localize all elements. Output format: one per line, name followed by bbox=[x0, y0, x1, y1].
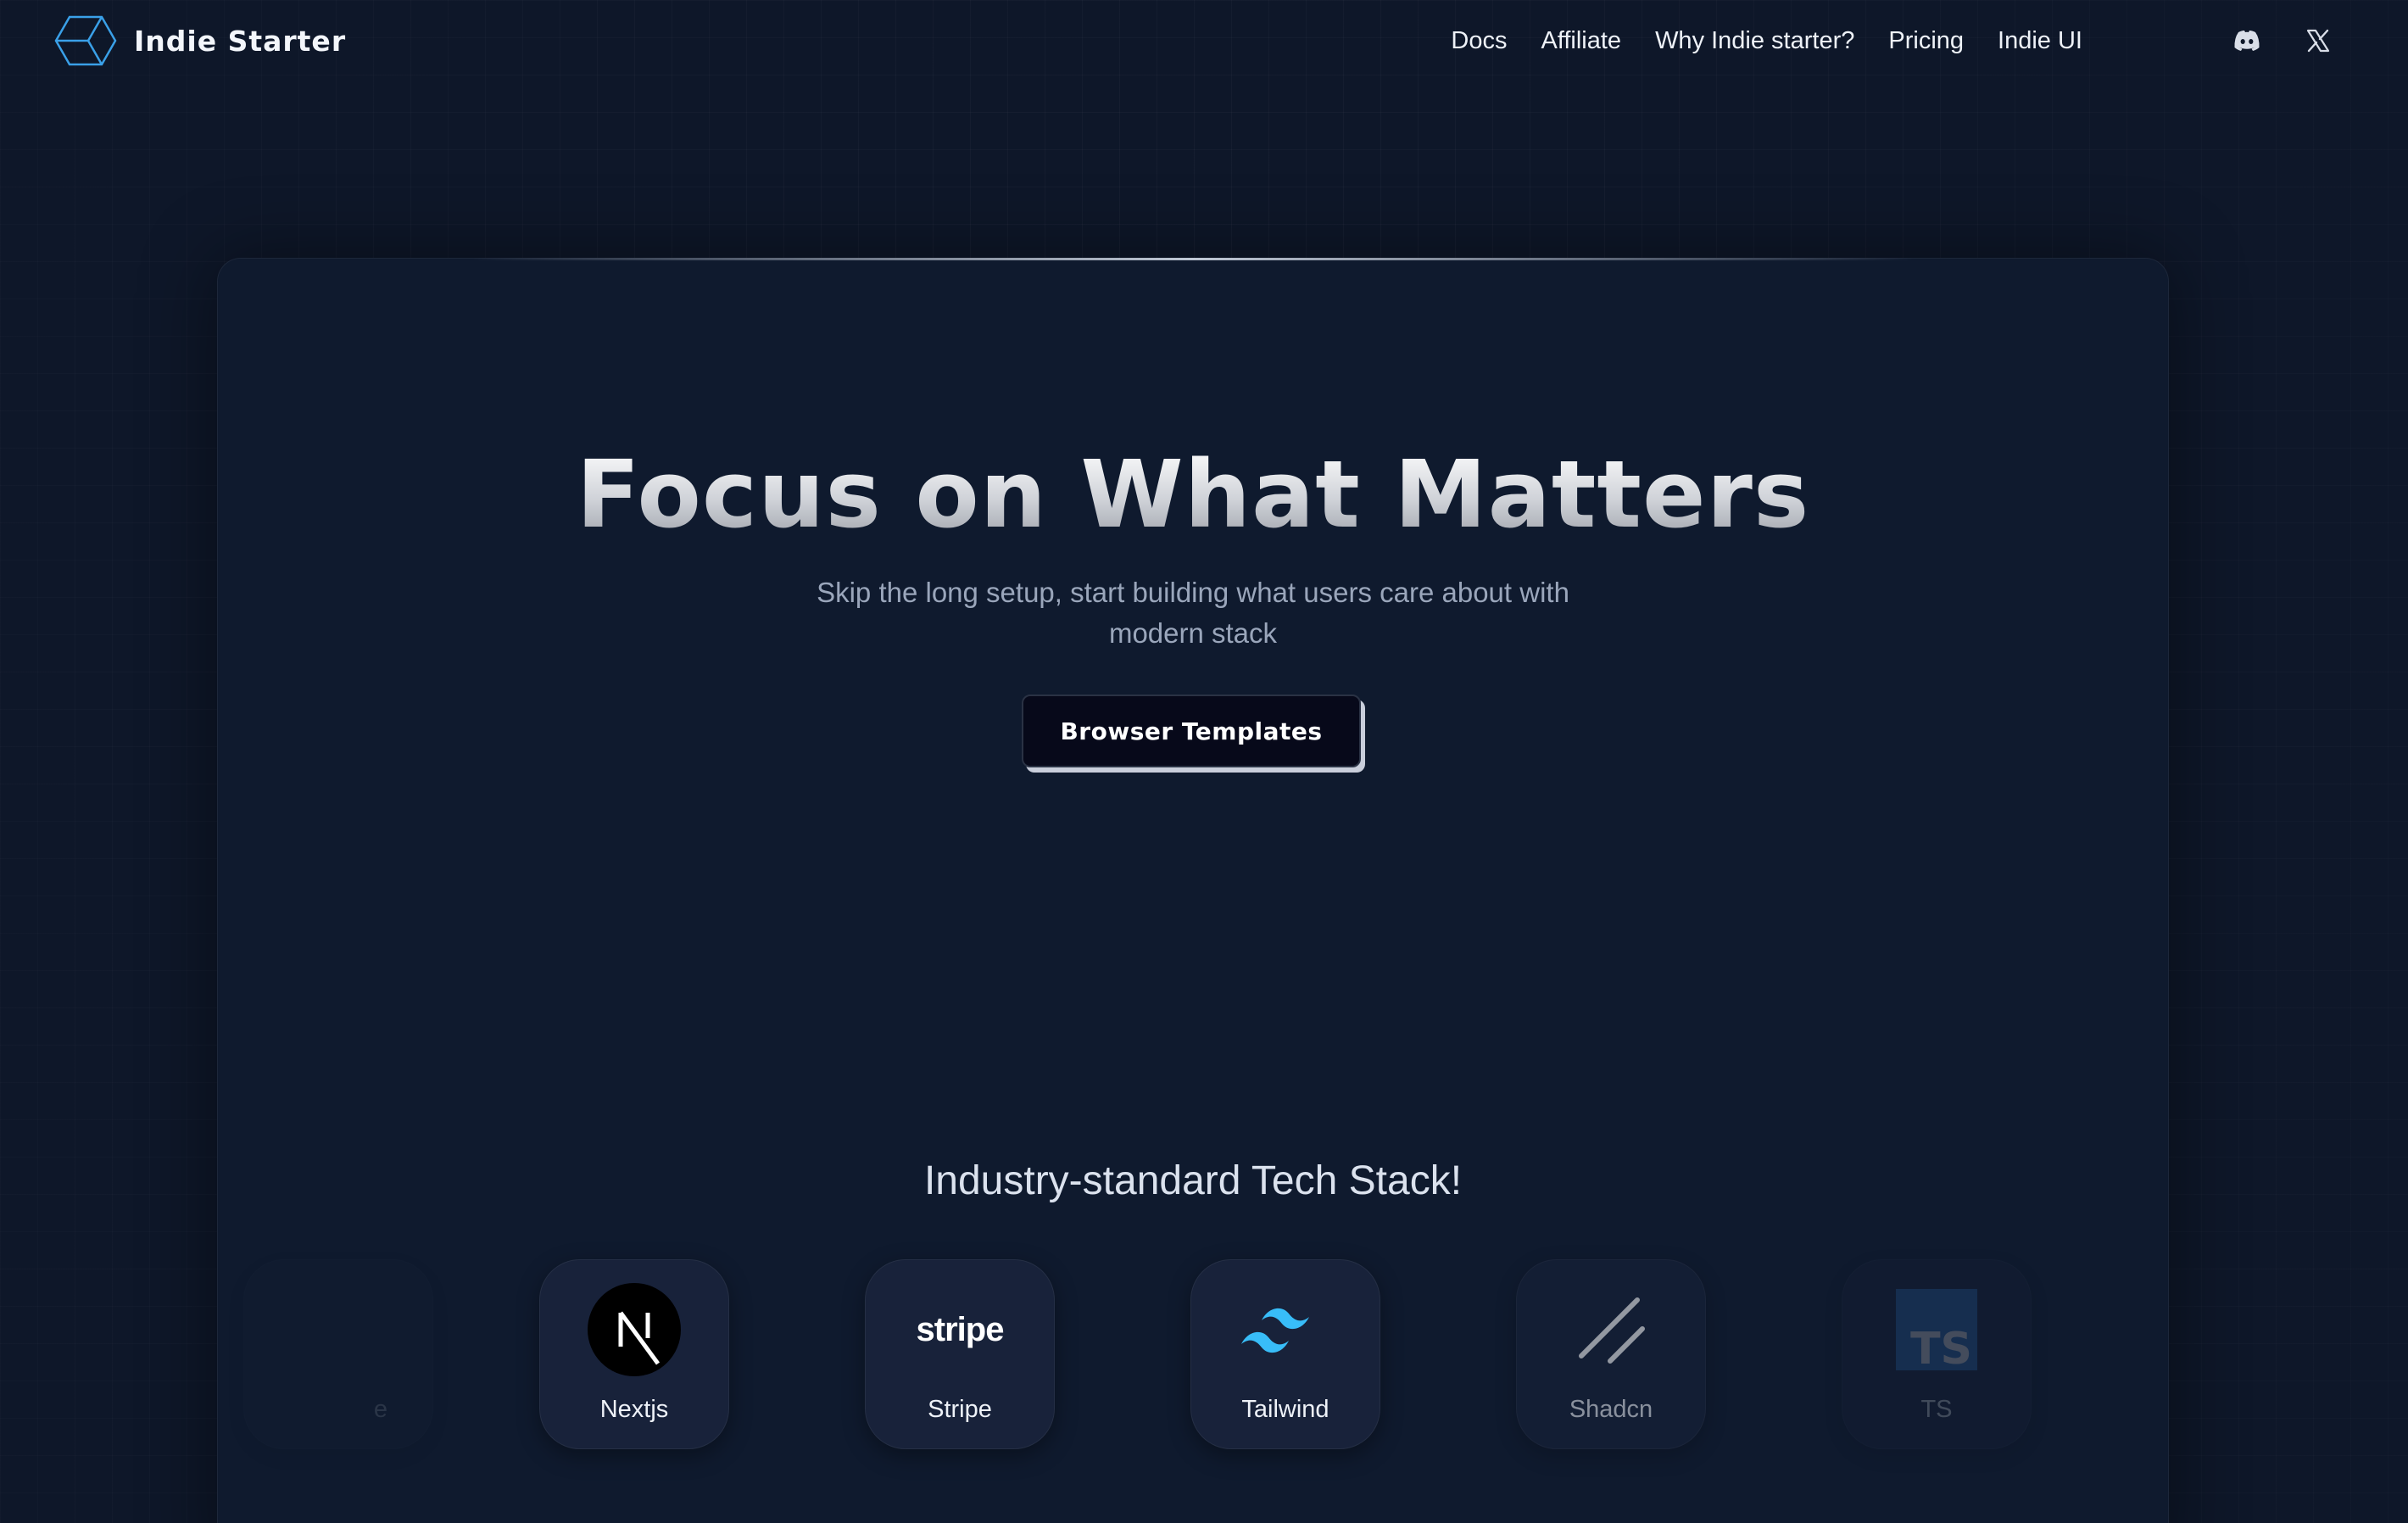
x-link[interactable] bbox=[2299, 22, 2337, 59]
tech-tile-stripe[interactable]: stripe Stripe bbox=[865, 1259, 1055, 1449]
tech-tile-label: TS bbox=[1920, 1396, 1953, 1423]
brand-name: Indie Starter bbox=[134, 24, 347, 58]
brand-link[interactable]: Indie Starter bbox=[54, 14, 346, 68]
top-nav: Indie Starter Docs Affiliate Why Indie s… bbox=[0, 0, 2408, 81]
tech-tile-label: Stripe bbox=[928, 1396, 992, 1423]
nav-link-why-indie-starter[interactable]: Why Indie starter? bbox=[1655, 27, 1854, 55]
tech-tile-nextjs[interactable]: Nextjs bbox=[539, 1259, 729, 1449]
tech-tile-label: Tailwind bbox=[1241, 1396, 1329, 1423]
tech-tile-shadcn[interactable]: Shadcn bbox=[1516, 1259, 1706, 1449]
discord-icon bbox=[2234, 31, 2260, 51]
hero-card: Focus on What Matters Skip the long setu… bbox=[217, 258, 2169, 1523]
nav-link-affiliate[interactable]: Affiliate bbox=[1541, 27, 1621, 55]
nav-link-indie-ui[interactable]: Indie UI bbox=[1998, 27, 2082, 55]
discord-link[interactable] bbox=[2228, 22, 2266, 59]
tech-tile-label: Nextjs bbox=[599, 1396, 669, 1423]
shadcn-icon bbox=[1564, 1282, 1658, 1377]
tech-tile-label: e bbox=[373, 1396, 388, 1423]
tech-stack-title: Industry-standard Tech Stack! bbox=[923, 1158, 1463, 1203]
nav-links: Docs Affiliate Why Indie starter? Pricin… bbox=[1451, 19, 2082, 63]
tech-stack-carousel: e Nextjs stripe Stripe Tailwind Shadcn T… bbox=[218, 1259, 2168, 1454]
landing-page: Indie Starter Docs Affiliate Why Indie s… bbox=[0, 0, 2408, 1523]
cube-logo-icon bbox=[54, 15, 117, 66]
social-icons bbox=[2228, 22, 2337, 59]
nextjs-icon bbox=[587, 1282, 682, 1377]
tailwind-icon bbox=[1238, 1282, 1333, 1377]
nav-link-pricing[interactable]: Pricing bbox=[1888, 27, 1964, 55]
tech-tile-partial[interactable]: e bbox=[243, 1259, 433, 1449]
hero-title: Focus on What Matters bbox=[218, 444, 2168, 546]
x-icon bbox=[2306, 29, 2330, 53]
hero-subtitle: Skip the long setup, start building what… bbox=[817, 577, 1569, 649]
nav-link-docs[interactable]: Docs bbox=[1451, 27, 1507, 55]
card-glow-line bbox=[472, 258, 1914, 260]
tech-tile-tailwind[interactable]: Tailwind bbox=[1190, 1259, 1380, 1449]
svg-text:TS: TS bbox=[1910, 1324, 1972, 1370]
tech-tile-typescript[interactable]: TS TS bbox=[1842, 1259, 2032, 1449]
typescript-icon: TS bbox=[1889, 1282, 1984, 1377]
tech-tile-label: Shadcn bbox=[1569, 1396, 1653, 1423]
stripe-icon: stripe bbox=[916, 1310, 1005, 1348]
browse-templates-button[interactable]: Browser Templates bbox=[1022, 695, 1361, 767]
